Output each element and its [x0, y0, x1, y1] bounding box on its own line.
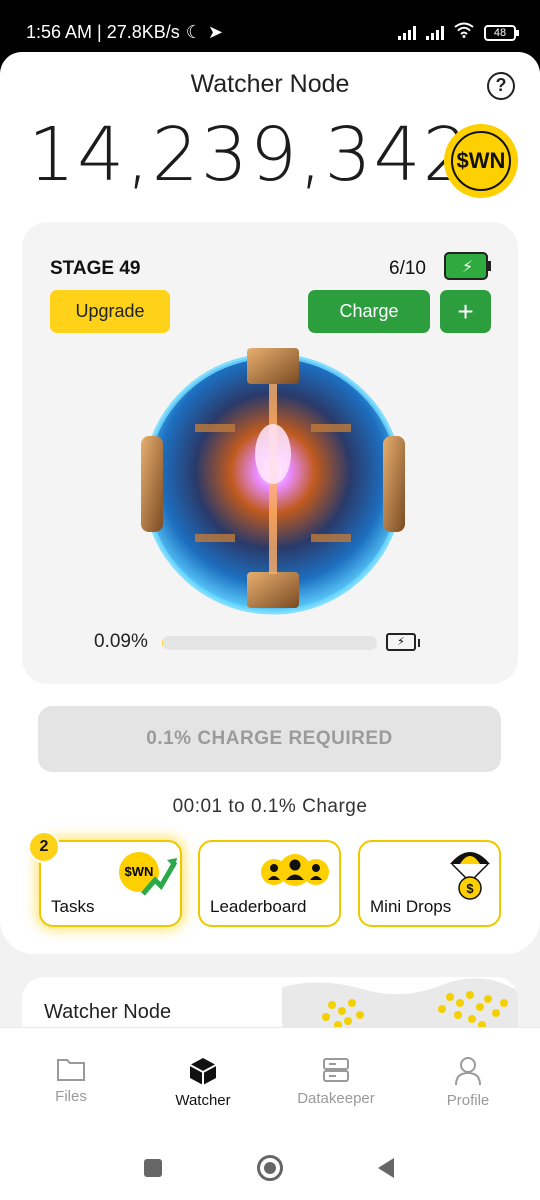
mini-drops-label: Mini Drops	[370, 897, 452, 916]
charge-timer: 00:01 to 0.1% Charge	[172, 796, 368, 817]
wifi-icon	[454, 22, 474, 43]
cube-icon	[189, 1058, 217, 1085]
status-bar: 1:56 AM | 27.8KB/s ☾ ➤ 48	[0, 0, 540, 52]
nav-datakeeper-label: Datakeeper	[297, 1090, 375, 1107]
charge-progress-text: 0.09%	[94, 631, 148, 652]
map-card-title: Watcher Node	[44, 1001, 172, 1023]
coin-label: $WN	[451, 131, 511, 191]
user-icon	[455, 1057, 481, 1086]
help-icon[interactable]: ?	[487, 72, 515, 100]
node-orb-image[interactable]	[135, 344, 411, 620]
server-icon	[323, 1058, 349, 1082]
parachute-coin-symbol: $	[466, 881, 474, 896]
balance-value: 14,239,342	[28, 112, 472, 198]
signal-icon	[398, 25, 416, 40]
status-left: 1:56 AM | 27.8KB/s ☾ ➤	[26, 22, 223, 43]
nav-datakeeper[interactable]: Datakeeper	[281, 1056, 391, 1107]
nav-profile-label: Profile	[446, 1092, 490, 1109]
leaderboard-tile[interactable]: Leaderboard	[198, 840, 341, 927]
battery-charge-icon: ⚡	[386, 633, 420, 651]
add-charge-button[interactable]: +	[440, 290, 491, 333]
recent-apps-button[interactable]	[144, 1159, 162, 1177]
mini-drops-tile[interactable]: $ Mini Drops	[358, 840, 501, 927]
stage-label: STAGE 49	[50, 258, 141, 279]
nav-profile[interactable]: Profile	[413, 1056, 523, 1109]
tasks-label: Tasks	[51, 897, 95, 916]
wn-coin-icon: $WN	[444, 124, 518, 198]
charge-button[interactable]: Charge	[308, 290, 430, 333]
bottom-nav: Files Watcher Datakeeper Profile	[0, 1027, 540, 1200]
parachute-icon: $	[450, 852, 490, 900]
app-screen: Watcher Node ? 14,239,342 $WN STAGE 49 6…	[0, 52, 540, 1200]
tasks-badge: 2	[28, 831, 60, 863]
tasks-tile[interactable]: $WN Tasks	[39, 840, 182, 927]
upgrade-button[interactable]: Upgrade	[50, 290, 170, 333]
telegram-icon: ➤	[207, 22, 223, 42]
nav-files[interactable]: Files	[16, 1056, 126, 1105]
status-right: 48	[398, 22, 519, 43]
charge-required-button[interactable]: 0.1% CHARGE REQUIRED	[38, 706, 501, 772]
nav-watcher-label: Watcher	[175, 1092, 231, 1109]
main-card: Watcher Node ? 14,239,342 $WN STAGE 49 6…	[0, 52, 540, 954]
page-title: Watcher Node	[190, 70, 350, 98]
signal-icon	[426, 25, 444, 40]
leaderboard-label: Leaderboard	[210, 897, 307, 916]
system-nav-bar	[0, 1153, 540, 1200]
battery-icon: 48	[484, 24, 519, 41]
folder-icon	[57, 1059, 85, 1081]
back-button[interactable]	[376, 1157, 396, 1179]
nav-watcher[interactable]: Watcher	[148, 1056, 258, 1109]
charge-progress-bar	[162, 636, 377, 650]
home-button[interactable]	[257, 1155, 283, 1181]
stage-count: 6/10	[389, 258, 426, 279]
leaderboard-icon	[261, 854, 329, 886]
trend-arrow-icon	[141, 858, 178, 896]
nav-files-label: Files	[55, 1088, 87, 1105]
status-time-speed: 1:56 AM | 27.8KB/s	[26, 22, 180, 42]
stage-card: STAGE 49 6/10 ⚡ Upgrade Charge + 0.09% ⚡	[22, 222, 518, 684]
charged-battery-icon: ⚡	[444, 252, 491, 280]
moon-icon: ☾	[185, 22, 202, 42]
